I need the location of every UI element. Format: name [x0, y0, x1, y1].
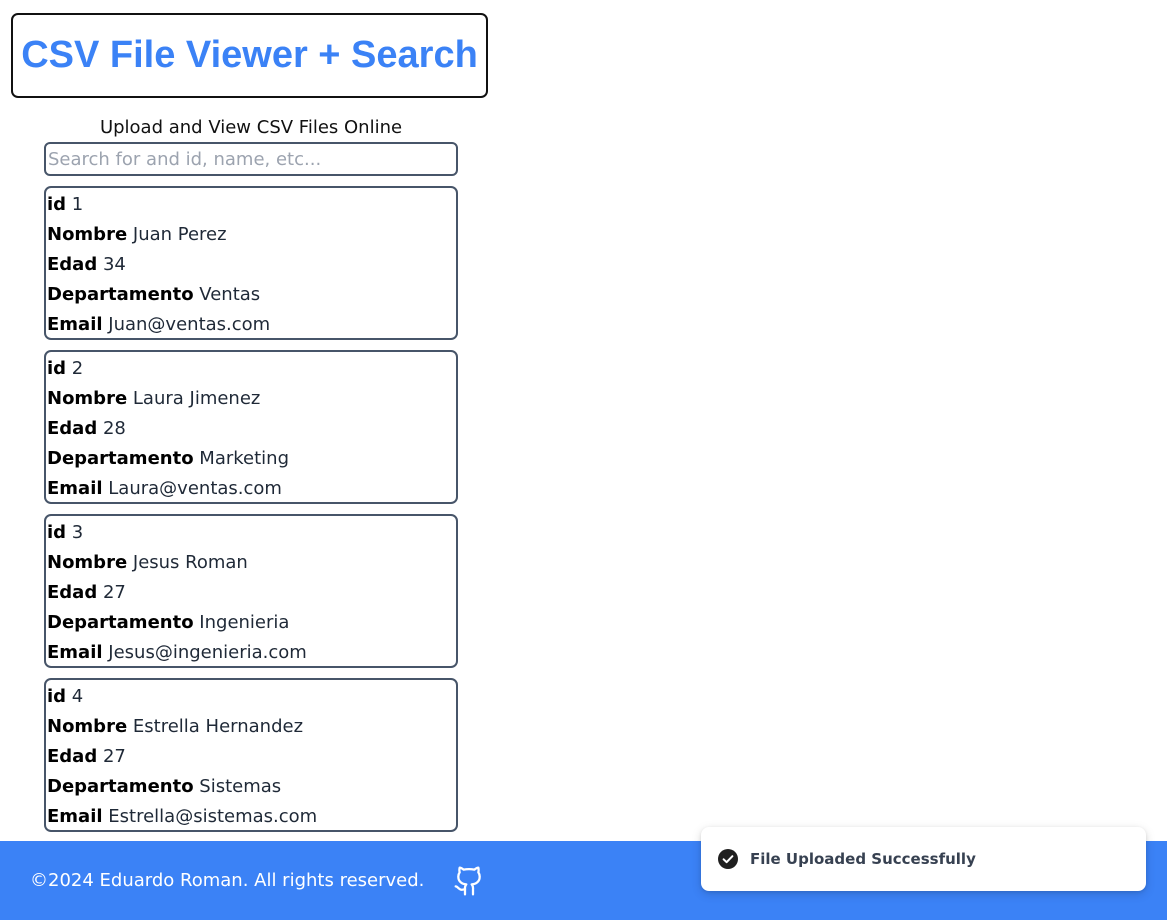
- field-value: 2: [71, 358, 84, 379]
- page-subtitle: Upload and View CSV Files Online: [99, 117, 403, 138]
- record-field-id: id 2: [47, 354, 455, 384]
- record-card: id 3 Nombre Jesus Roman Edad 27 Departam…: [44, 514, 458, 668]
- record-field-departamento: Departamento Sistemas: [47, 772, 455, 802]
- github-icon: [454, 866, 482, 895]
- field-key: Departamento: [47, 448, 194, 469]
- field-value: 3: [71, 522, 84, 543]
- field-value: Marketing: [199, 448, 290, 469]
- field-key: Edad: [47, 254, 98, 275]
- record-field-email: Email Estrella@sistemas.com: [47, 802, 455, 832]
- record-field-departamento: Departamento Marketing: [47, 444, 455, 474]
- copyright-text: ©2024 Eduardo Roman. All rights reserved…: [30, 870, 425, 891]
- field-key: Departamento: [47, 776, 194, 797]
- title-box: CSV File Viewer + Search: [11, 13, 488, 98]
- field-key: Nombre: [47, 716, 128, 737]
- field-value: Ventas: [199, 284, 261, 305]
- record-field-edad: Edad 27: [47, 742, 455, 772]
- field-key: Email: [47, 642, 103, 663]
- record-field-email: Email Laura@ventas.com: [47, 474, 455, 504]
- field-value: 28: [102, 418, 126, 439]
- field-key: Email: [47, 314, 103, 335]
- record-field-edad: Edad 34: [47, 250, 455, 280]
- toast-message: File Uploaded Successfully: [750, 850, 976, 868]
- field-key: id: [47, 522, 67, 543]
- field-value: 34: [102, 254, 126, 275]
- field-key: id: [47, 358, 67, 379]
- field-key: Email: [47, 478, 103, 499]
- field-value: Juan@ventas.com: [108, 314, 271, 335]
- record-field-nombre: Nombre Jesus Roman: [47, 548, 455, 578]
- page: CSV File Viewer + Search Upload and View…: [0, 0, 1167, 920]
- field-value: Estrella Hernandez: [132, 716, 304, 737]
- field-key: Edad: [47, 746, 98, 767]
- records-list: id 1 Nombre Juan Perez Edad 34 Departame…: [44, 186, 458, 842]
- field-value: Juan Perez: [132, 224, 227, 245]
- search-input[interactable]: [44, 142, 458, 176]
- record-card: id 1 Nombre Juan Perez Edad 34 Departame…: [44, 186, 458, 340]
- field-value: Jesus@ingenieria.com: [108, 642, 307, 663]
- record-field-nombre: Nombre Juan Perez: [47, 220, 455, 250]
- field-key: Nombre: [47, 388, 128, 409]
- page-title: CSV File Viewer + Search: [21, 34, 478, 76]
- record-field-email: Email Jesus@ingenieria.com: [47, 638, 455, 668]
- record-field-id: id 3: [47, 518, 455, 548]
- field-key: Nombre: [47, 552, 128, 573]
- field-value: Laura@ventas.com: [108, 478, 282, 499]
- github-link[interactable]: [452, 864, 486, 898]
- record-field-nombre: Nombre Laura Jimenez: [47, 384, 455, 414]
- field-value: 4: [71, 686, 84, 707]
- field-value: Laura Jimenez: [132, 388, 261, 409]
- record-field-id: id 4: [47, 682, 455, 712]
- field-key: Nombre: [47, 224, 128, 245]
- record-field-departamento: Departamento Ventas: [47, 280, 455, 310]
- field-key: Departamento: [47, 284, 194, 305]
- toast-notification[interactable]: File Uploaded Successfully: [701, 827, 1146, 891]
- field-value: 27: [102, 582, 126, 603]
- field-key: Edad: [47, 582, 98, 603]
- record-field-edad: Edad 28: [47, 414, 455, 444]
- field-key: id: [47, 194, 67, 215]
- record-field-nombre: Nombre Estrella Hernandez: [47, 712, 455, 742]
- field-value: Jesus Roman: [132, 552, 248, 573]
- field-key: Edad: [47, 418, 98, 439]
- record-card: id 4 Nombre Estrella Hernandez Edad 27 D…: [44, 678, 458, 832]
- field-key: Email: [47, 806, 103, 827]
- record-card: id 2 Nombre Laura Jimenez Edad 28 Depart…: [44, 350, 458, 504]
- field-value: 1: [71, 194, 84, 215]
- field-key: id: [47, 686, 67, 707]
- field-value: Estrella@sistemas.com: [108, 806, 318, 827]
- check-circle-icon: [718, 849, 738, 869]
- field-value: 27: [102, 746, 126, 767]
- record-field-departamento: Departamento Ingenieria: [47, 608, 455, 638]
- record-field-edad: Edad 27: [47, 578, 455, 608]
- record-field-email: Email Juan@ventas.com: [47, 310, 455, 340]
- record-field-id: id 1: [47, 190, 455, 220]
- field-value: Sistemas: [199, 776, 282, 797]
- field-key: Departamento: [47, 612, 194, 633]
- field-value: Ingenieria: [199, 612, 290, 633]
